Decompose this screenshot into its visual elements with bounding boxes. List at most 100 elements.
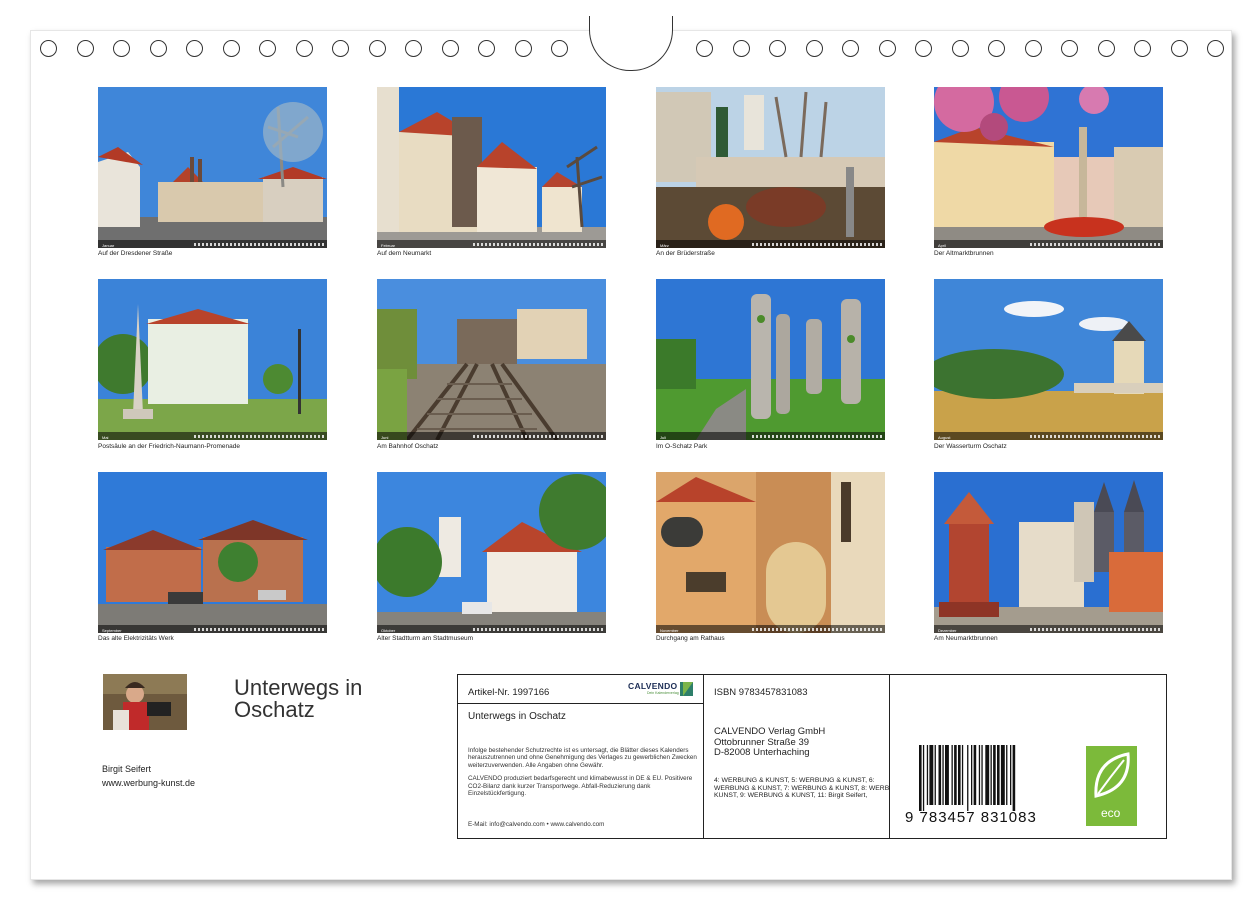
binding-ring xyxy=(40,40,57,57)
caption-10: Alter Stadtturm am Stadtmuseum xyxy=(377,635,474,642)
caption-9: Das alte Elektrizitäts Werk xyxy=(98,635,174,642)
book-title: Unterwegs in Oschatz xyxy=(468,711,566,722)
park-columns-image xyxy=(656,279,885,440)
author-info: Birgit Seifert www.werbung-kunst.de xyxy=(102,762,195,790)
eco-label: eco xyxy=(1101,806,1121,820)
credits-line-2: WERBUNG & KUNST, 7: WERBUNG & KUNST, 8: … xyxy=(714,784,889,792)
binding-ring xyxy=(806,40,823,57)
binding-ring xyxy=(879,40,896,57)
park-tower-image xyxy=(656,87,885,248)
eco-badge: eco xyxy=(1086,746,1137,826)
photo-february: Februar xyxy=(377,87,606,248)
photo-october: Oktober xyxy=(377,472,606,633)
isbn: ISBN 9783457831083 xyxy=(714,687,808,698)
binding-ring xyxy=(842,40,859,57)
binding-ring xyxy=(259,40,276,57)
binding-ring xyxy=(915,40,932,57)
contact-email: E-Mail: info@calvendo.com • www.calvendo… xyxy=(468,821,605,828)
legal-text-2: CALVENDO produziert bedarfsgerecht und k… xyxy=(468,775,693,798)
barcode-column: 9 783457 831083 eco xyxy=(891,675,1166,838)
isbn-column: ISBN 9783457831083 CALVENDO Verlag GmbH … xyxy=(705,675,890,838)
hanger-notch xyxy=(589,16,673,71)
barcode xyxy=(919,745,1016,811)
binding-ring xyxy=(1134,40,1151,57)
caption-7: Im O-Schatz Park xyxy=(656,443,708,450)
binding-ring xyxy=(952,40,969,57)
binding-ring xyxy=(478,40,495,57)
old-tower-image xyxy=(377,472,606,633)
binding-ring xyxy=(369,40,386,57)
title-line-1: Unterwegs in xyxy=(234,675,363,700)
caption-6: Am Bahnhof Oschatz xyxy=(377,443,439,450)
caption-12: Am Neumarktbrunnen xyxy=(934,635,998,642)
binding-ring xyxy=(1025,40,1042,57)
author-website: www.werbung-kunst.de xyxy=(102,778,196,788)
caption-4: Der Altmarktbrunnen xyxy=(934,250,994,257)
binding-ring xyxy=(186,40,203,57)
calvendo-tagline: Dein Kalenderverlag xyxy=(647,691,679,695)
binding-ring xyxy=(442,40,459,57)
binding-ring xyxy=(296,40,313,57)
publisher-info-box: Artikel-Nr. 1997166 CALVENDO Dein Kalend… xyxy=(457,674,1167,839)
caption-2: Auf dem Neumarkt xyxy=(377,250,432,257)
author-name: Birgit Seifert xyxy=(102,764,152,774)
photo-june: Juni xyxy=(377,279,606,440)
binding-ring xyxy=(515,40,532,57)
caption-1: Auf der Dresdener Straße xyxy=(98,250,173,257)
railway-station-image xyxy=(377,279,606,440)
binding-ring xyxy=(405,40,422,57)
legal-text-1: Infolge bestehender Schutzrechte ist es … xyxy=(468,747,697,769)
divider xyxy=(458,703,703,704)
caption-8: Der Wasserturm Oschatz xyxy=(934,443,1007,450)
credits-line-1: 4: WERBUNG & KUNST, 5: WERBUNG & KUNST, … xyxy=(714,777,875,784)
title-line-2: Oschatz xyxy=(234,697,315,722)
credits-line-3: KUNST, 9: WERBUNG & KUNST, 11: Birgit Se… xyxy=(714,792,868,800)
market-square-image xyxy=(377,87,606,248)
article-column: Artikel-Nr. 1997166 CALVENDO Dein Kalend… xyxy=(458,675,704,838)
binding-ring xyxy=(551,40,568,57)
obelisk-image xyxy=(98,279,327,440)
author-portrait xyxy=(103,674,187,730)
photo-credits: 4: WERBUNG & KUNST, 5: WERBUNG & KUNST, … xyxy=(714,777,889,800)
photo-august: August xyxy=(934,279,1163,440)
binding-ring xyxy=(77,40,94,57)
binding-ring xyxy=(733,40,750,57)
photo-september: September xyxy=(98,472,327,633)
binding-ring xyxy=(1171,40,1188,57)
calendar-title: Unterwegs in Oschatz xyxy=(234,677,362,721)
binding-ring xyxy=(1207,40,1224,57)
caption-5: Postsäule an der Friedrich-Naumann-Prome… xyxy=(98,443,240,450)
barcode-number: 9 783457 831083 xyxy=(905,809,1037,826)
fountain-blossom-image xyxy=(934,87,1163,248)
binding-ring xyxy=(988,40,1005,57)
neumarkt-fountain-image xyxy=(934,472,1163,633)
photo-may: Mai xyxy=(98,279,327,440)
leaf-icon xyxy=(1094,752,1130,798)
binding-ring xyxy=(150,40,167,57)
photo-december: Dezember xyxy=(934,472,1163,633)
publisher-address: CALVENDO Verlag GmbH Ottobrunner Straße … xyxy=(714,726,826,759)
binding-ring xyxy=(332,40,349,57)
binding-ring xyxy=(1098,40,1115,57)
water-tower-image xyxy=(934,279,1163,440)
caption-3: An der Brüderstraße xyxy=(656,250,715,257)
caption-11: Durchgang am Rathaus xyxy=(656,635,725,642)
publisher-line-1: CALVENDO Verlag GmbH xyxy=(714,726,826,737)
article-number: Artikel-Nr. 1997166 xyxy=(468,687,550,698)
photo-march: März xyxy=(656,87,885,248)
photo-july: Juli xyxy=(656,279,885,440)
town-hall-passage-image xyxy=(656,472,885,633)
photo-november: November xyxy=(656,472,885,633)
publisher-line-3: D-82008 Unterhaching xyxy=(714,747,810,758)
power-station-image xyxy=(98,472,327,633)
calvendo-logo: CALVENDO xyxy=(628,681,678,691)
photo-april: April xyxy=(934,87,1163,248)
binding-ring xyxy=(1061,40,1078,57)
binding-ring xyxy=(223,40,240,57)
photo-january: Januar xyxy=(98,87,327,248)
binding-ring xyxy=(769,40,786,57)
legal-notice: Infolge bestehender Schutzrechte ist es … xyxy=(468,747,703,803)
binding-ring xyxy=(113,40,130,57)
binding-ring xyxy=(696,40,713,57)
calvendo-flag-icon xyxy=(680,682,693,696)
